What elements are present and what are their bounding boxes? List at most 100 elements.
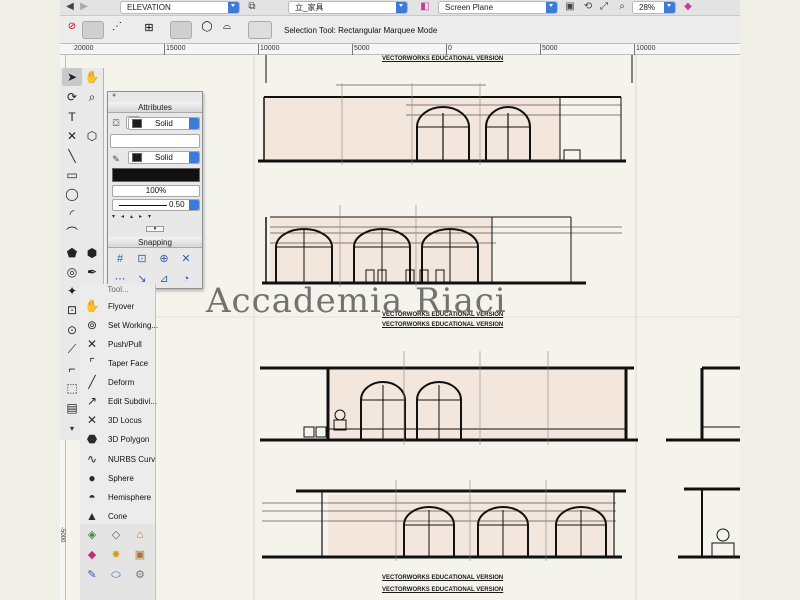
class-dropdown[interactable]: 立_家具 [288,1,408,14]
tool-label: 3D Locus [108,416,142,425]
attribute-mapping-tool-icon[interactable]: ▤ [62,399,82,417]
tool-taper-face[interactable]: ⌜ Taper Face [80,354,156,373]
line-tool-icon[interactable]: ╲ [62,147,82,165]
opacity-field[interactable]: 100% [112,185,200,197]
eyedropper-tool-icon[interactable]: ✒ [82,263,102,281]
tool-sphere[interactable]: ● Sphere [80,469,156,488]
arc-tool-icon[interactable]: ◜ [62,205,82,223]
opacity-value: 100% [145,186,167,195]
tool-preferences-button[interactable] [248,21,272,39]
spiral-tool-icon[interactable]: ◎ [62,263,82,281]
ruler-label: 15000 [166,45,186,52]
snap-tangent-icon[interactable]: ◔ [176,270,196,288]
lasso-mode-icon[interactable]: ◯ [196,21,218,39]
tool-label: 3D Polygon [108,435,150,444]
attributes-collapse-icon[interactable]: ▾ [146,226,164,232]
horizontal-ruler: 20000 15000 10000 5000 0 5000 10000 [60,44,740,55]
palette-expand-icon[interactable]: ▾ [62,420,82,438]
objects-toolset-icon[interactable]: ▣ [130,546,150,564]
rectangle-tool-icon[interactable]: ▭ [62,166,82,184]
line-weight-preview [119,205,167,206]
offset-tool-icon[interactable]: ⊙ [62,321,82,339]
pen-color-swatch [132,153,142,162]
layer-options-icon[interactable]: ⧉ [246,0,258,14]
chevron-down-icon [189,118,199,129]
zoom-tool-icon[interactable]: ⌕ [82,88,102,106]
forward-icon[interactable]: ▶ [78,0,90,14]
fill-style-field[interactable]: Solid [128,117,200,130]
elevation-2 [262,205,622,287]
site-planning-toolset-icon[interactable]: ◈ [82,526,102,544]
regular-polygon-tool-icon[interactable]: ⬢ [82,244,102,262]
machine-toolset-icon[interactable]: ⚙ [130,566,150,584]
fill-preview [110,134,200,148]
tool-flyover[interactable]: ✋ Flyover [80,297,156,316]
lighting-toolset-icon[interactable]: ✸ [106,546,126,564]
disable-mode-icon[interactable]: ⊘ [64,21,80,39]
locus-tool-icon[interactable]: ✕ [62,127,82,145]
tool-3d-polygon[interactable]: ⬣ 3D Polygon [80,430,156,449]
tool-deform[interactable]: ╱ Deform [80,373,156,392]
layer-dropdown[interactable]: ELEVATION [120,1,240,14]
edu-stamp: VECTORWORKS EDUCATIONAL VERSION [382,587,504,593]
3d-modeling-toolset-icon[interactable]: ⬭ [106,566,126,584]
zoom-dropdown[interactable]: 28% [632,1,676,14]
mirror-tool-icon[interactable]: ⟋ [62,340,82,358]
render-mode-icon[interactable]: ◆ [682,0,694,14]
tool-label: NURBS Curv [108,455,156,464]
elevation-4 [262,480,626,561]
snap-intersection-icon[interactable]: ✕ [176,250,196,268]
building-shell-toolset-icon[interactable]: ◇ [106,526,126,544]
pen-style-field[interactable]: Solid [128,151,200,164]
tool-label: Set Working... [108,321,159,330]
rectangle-mode-button[interactable] [170,21,192,39]
marquee-mode-button[interactable] [82,21,104,39]
tool-nurbs-curve[interactable]: ∿ NURBS Curv [80,450,156,469]
deform-icon: ╱ [88,375,96,389]
visualization-toolset-icon[interactable]: ◆ [82,546,102,564]
ruler-tick [446,44,447,55]
snapping-title: Snapping [108,237,202,248]
snap-smart-edge-icon[interactable]: ⊿ [154,270,174,288]
class-options-icon[interactable]: ◧ [418,0,432,14]
watermark: Accademia Riaci [206,281,507,321]
snap-grid-icon[interactable]: # [110,250,130,268]
layer-dropdown-value: ELEVATION [127,3,171,12]
polyline-tool-icon[interactable]: ⌒ [62,224,82,242]
snap-angle-icon[interactable]: ⊕ [154,250,174,268]
plane-dropdown[interactable]: Screen Plane [438,1,558,14]
split-tool-icon[interactable]: ⊡ [62,301,82,319]
tool-edit-subdivision[interactable]: ↗ Edit Subdivi... [80,392,157,411]
flyover-tool-icon[interactable]: ⟳ [62,88,82,106]
pan-tool-icon[interactable]: ✋ [82,68,102,86]
arrowhead-controls[interactable]: ▾◂▴▸▾ [112,213,200,222]
palette-close-icon[interactable]: ● [112,92,116,99]
tool-push-pull[interactable]: ✕ Push/Pull [80,335,156,354]
line-weight-field[interactable]: 0.50 [112,199,200,211]
back-icon[interactable]: ◀ [64,0,76,14]
furniture-toolset-icon[interactable]: ⌂ [130,526,150,544]
freeform-mode-icon[interactable]: ⌓ [216,21,238,39]
tool-hemisphere[interactable]: ◓ Hemisphere [80,488,156,507]
selection-tool-icon[interactable]: ➤ [62,68,82,86]
fit-view-icon[interactable]: ⤢ [598,0,610,14]
clip-tool-icon[interactable]: ⬚ [62,379,82,397]
reshape-tool-icon[interactable]: ✦ [62,282,82,300]
polygon-tool-icon[interactable]: ⬟ [62,244,82,262]
view-icon[interactable]: ▣ [564,0,576,14]
text-tool-icon[interactable]: T [62,108,82,126]
3d-object-tool-icon[interactable]: ⬡ [82,127,102,145]
align-icon[interactable]: ⊞ [140,21,158,39]
fillet-tool-icon[interactable]: ⌐ [62,360,82,378]
tool-label: Sphere [108,474,134,483]
polygon-mode-icon[interactable]: ⋰ [106,21,128,39]
edu-stamp: VECTORWORKS EDUCATIONAL VERSION [382,575,504,581]
rotate-view-icon[interactable]: ⟲ [582,0,594,14]
circle-tool-icon[interactable]: ◯ [62,185,82,203]
toolset-header: Tool... [107,285,129,294]
tool-set-working-plane[interactable]: ⊚ Set Working... [80,316,159,335]
dimension-toolset-icon[interactable]: ✎ [82,566,102,584]
snap-object-icon[interactable]: ⊡ [132,250,152,268]
zoom-icon[interactable]: ⌕ [616,0,628,14]
tool-3d-locus[interactable]: ✕ 3D Locus [80,411,156,430]
